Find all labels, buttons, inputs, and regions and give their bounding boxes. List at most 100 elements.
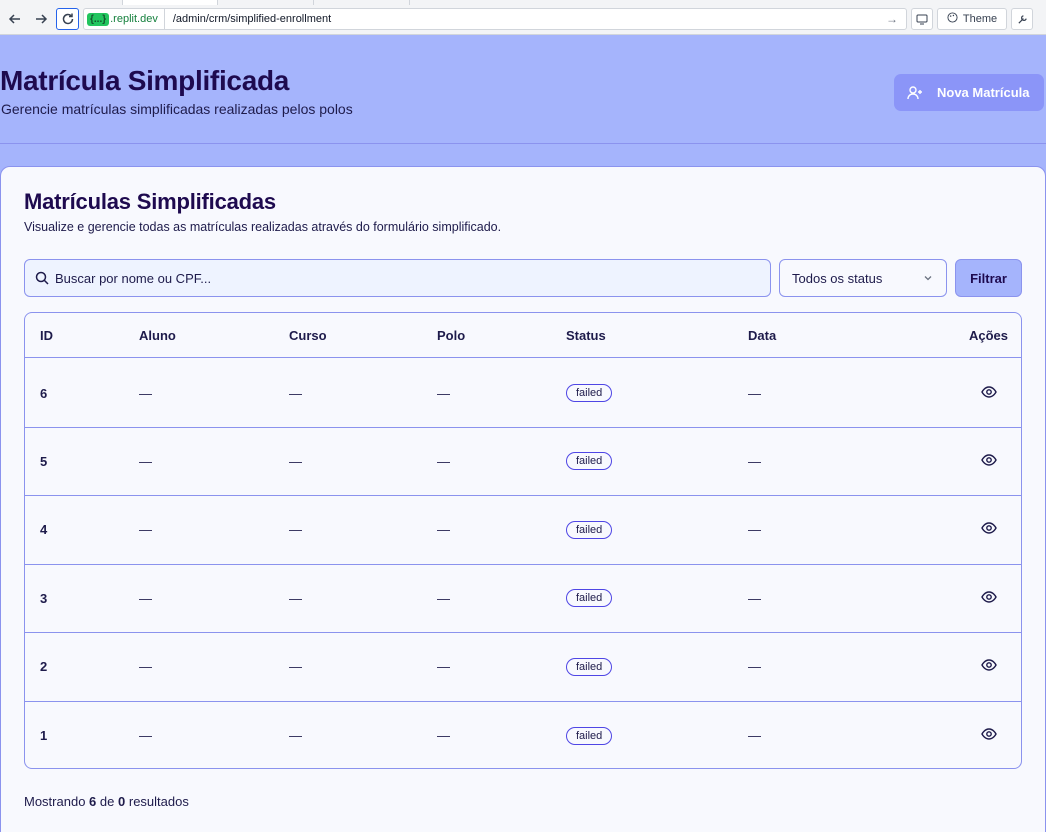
cell-polo: — <box>437 728 450 743</box>
user-plus-icon <box>907 85 922 99</box>
cell-actions <box>981 633 997 701</box>
search-input[interactable] <box>55 270 735 286</box>
view-eye-icon[interactable] <box>981 726 997 745</box>
reload-icon[interactable] <box>56 8 79 30</box>
view-eye-icon[interactable] <box>981 384 997 403</box>
table-row: 1 — — — — failed <box>25 701 1021 768</box>
cell-status: failed <box>566 701 613 768</box>
summary-suffix: resultados <box>128 794 189 809</box>
search-icon <box>35 271 49 285</box>
view-eye-icon[interactable] <box>981 520 997 539</box>
cell-status: failed <box>566 427 613 495</box>
status-select[interactable]: Todos os status <box>779 259 947 297</box>
cell-actions <box>981 564 997 632</box>
cell-curso: — <box>289 385 302 401</box>
cell-curso: — <box>289 453 302 469</box>
url-path: /admin/crm/simplified-enrollment <box>172 13 332 25</box>
cell-polo: — <box>437 453 450 469</box>
results-summary: Mostrando 6 de 0 resultados <box>24 794 189 809</box>
cell-curso: — <box>289 659 302 675</box>
header-data: Data <box>748 327 777 343</box>
tab[interactable] <box>218 0 314 5</box>
table-row: 3 — — — — failed <box>25 564 1021 634</box>
cell-polo: — <box>437 590 450 606</box>
browser-toolbar: {...} .replit.dev /admin/crm/simplified-… <box>0 0 1046 35</box>
summary-prefix: Mostrando <box>24 794 86 809</box>
header-curso: Curso <box>289 327 327 343</box>
header-id: ID <box>40 327 53 343</box>
cell-id: 1 <box>40 728 48 743</box>
page-subtitle: Gerencie matrículas simplificadas realiz… <box>1 101 353 117</box>
page-title: Matrícula Simplificada <box>0 65 290 96</box>
header-polo: Polo <box>437 327 466 343</box>
theme-button[interactable]: Theme <box>937 8 1007 30</box>
theme-label: Theme <box>962 13 998 25</box>
cell-id: 3 <box>40 590 48 606</box>
tab-strip <box>0 0 1046 5</box>
host-text: .replit.dev <box>110 13 158 25</box>
cell-polo: — <box>437 522 450 538</box>
tab-active[interactable] <box>122 0 218 5</box>
status-badge: failed <box>566 726 613 745</box>
table-row: 2 — — — — failed <box>25 633 1021 702</box>
header-acoes: Ações <box>968 327 1008 343</box>
filter-button[interactable]: Filtrar <box>955 259 1022 297</box>
new-enrollment-button[interactable]: Nova Matrícula <box>894 74 1044 111</box>
tab[interactable] <box>314 0 410 5</box>
card-subtitle: Visualize e gerencie todas as matrículas… <box>24 220 502 234</box>
table-header: ID Aluno Curso Polo Status Data Ações <box>25 313 1021 358</box>
cell-polo: — <box>437 659 450 675</box>
url-bar[interactable]: {...} .replit.dev /admin/crm/simplified-… <box>83 8 907 30</box>
header-status: Status <box>566 327 606 343</box>
forward-icon[interactable] <box>31 9 51 29</box>
table-row: 4 — — — — failed <box>25 496 1021 565</box>
cell-status: failed <box>566 496 613 564</box>
status-select-value: Todos os status <box>792 270 883 286</box>
cell-aluno: — <box>139 453 152 469</box>
host-badge: {...} <box>87 12 110 26</box>
cell-curso: — <box>289 522 302 538</box>
wrench-icon[interactable] <box>1011 8 1033 30</box>
cell-id: 4 <box>40 522 48 538</box>
summary-middle: de <box>99 794 115 809</box>
chevron-down-icon <box>924 276 932 281</box>
cell-id: 5 <box>40 453 48 469</box>
cell-actions <box>981 427 997 495</box>
status-badge: failed <box>566 657 613 676</box>
table-row: 5 — — — — failed <box>25 427 1021 497</box>
cell-aluno: — <box>139 590 152 606</box>
view-eye-icon[interactable] <box>981 452 997 471</box>
url-host: {...} .replit.dev <box>84 9 165 29</box>
status-badge: failed <box>566 589 613 608</box>
cell-status: failed <box>566 564 613 632</box>
cell-aluno: — <box>139 385 152 401</box>
cell-polo: — <box>437 385 450 401</box>
cell-status: failed <box>566 359 613 427</box>
cell-data: — <box>748 522 761 538</box>
cell-data: — <box>748 659 761 675</box>
status-badge: failed <box>566 520 613 539</box>
enrollments-table: ID Aluno Curso Polo Status Data Ações 6 —… <box>24 312 1022 769</box>
search-box[interactable] <box>24 259 771 297</box>
cell-aluno: — <box>139 659 152 675</box>
table-row: 6 — — — — failed <box>25 359 1021 428</box>
go-arrow-icon[interactable]: → <box>886 12 906 26</box>
cell-id: 6 <box>40 385 48 401</box>
view-eye-icon[interactable] <box>981 589 997 608</box>
back-icon[interactable] <box>5 9 25 29</box>
status-badge: failed <box>566 384 613 402</box>
cell-actions <box>981 701 997 768</box>
cell-actions <box>981 359 997 427</box>
cell-aluno: — <box>139 522 152 538</box>
cell-data: — <box>748 728 761 743</box>
view-eye-icon[interactable] <box>981 657 997 676</box>
new-enrollment-label: Nova Matrícula <box>937 85 1030 100</box>
card-title: Matrículas Simplificadas <box>24 189 276 214</box>
cell-data: — <box>748 590 761 606</box>
cell-id: 2 <box>40 659 48 675</box>
palette-icon <box>947 12 958 26</box>
cell-curso: — <box>289 728 302 743</box>
summary-total: 0 <box>118 794 126 809</box>
status-badge: failed <box>566 452 613 471</box>
cast-icon[interactable] <box>911 8 933 30</box>
